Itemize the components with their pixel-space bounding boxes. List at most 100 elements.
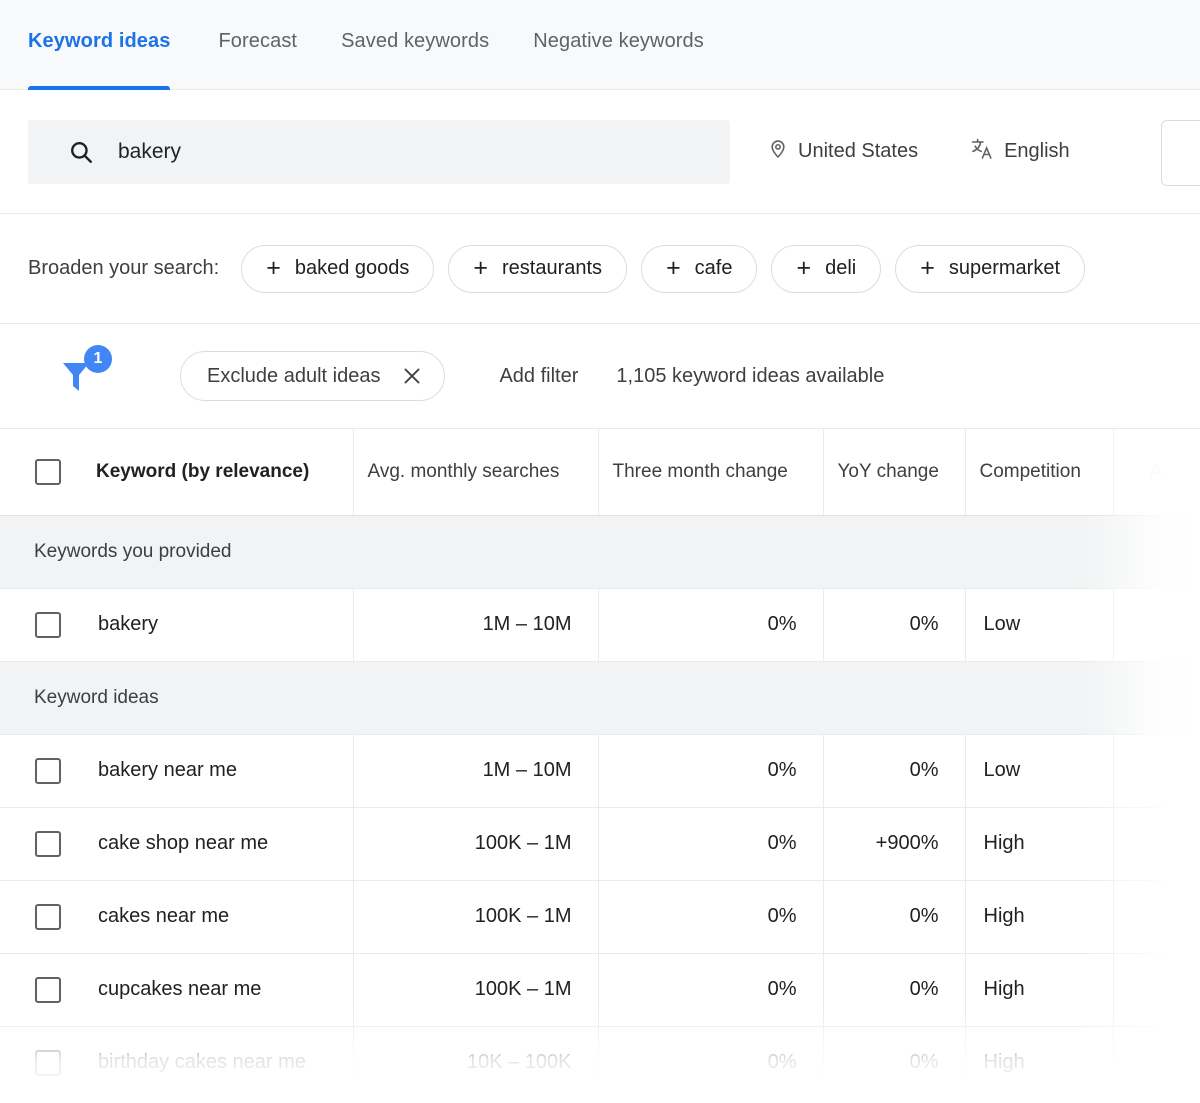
chip-label: supermarket (949, 257, 1060, 280)
search-input-value: bakery (118, 140, 181, 164)
row-checkbox[interactable] (35, 977, 61, 1003)
keyword-ideas-available-text: 1,105 keyword ideas available (616, 365, 884, 388)
column-header-avg-monthly-searches[interactable]: Avg. monthly searches (353, 429, 598, 515)
broaden-chip-baked-goods[interactable]: + baked goods (241, 245, 434, 293)
location-selector[interactable]: United States (768, 137, 918, 167)
column-header-yoy-change[interactable]: YoY change (823, 429, 965, 515)
translate-icon (970, 137, 1004, 167)
cell-truncated (1113, 953, 1200, 1026)
plus-icon: + (666, 256, 681, 281)
cell-three-month-change: 0% (598, 953, 823, 1026)
keyword-ideas-table-wrap: Keyword (by relevance) Avg. monthly sear… (0, 429, 1200, 1100)
keyword-planner-page: Keyword ideas Forecast Saved keywords Ne… (0, 0, 1200, 1103)
edge-action-button[interactable] (1161, 120, 1200, 186)
table-row[interactable]: cake shop near me 100K – 1M 0% +900% Hig… (0, 807, 1200, 880)
cell-yoy-change: 0% (823, 734, 965, 807)
cell-keyword: cakes near me (0, 880, 353, 953)
keyword-text: cake shop near me (98, 832, 268, 855)
cell-yoy-change: 0% (823, 880, 965, 953)
row-checkbox[interactable] (35, 612, 61, 638)
filter-chip-exclude-adult-ideas[interactable]: Exclude adult ideas (180, 351, 445, 401)
close-icon[interactable] (402, 366, 422, 386)
row-checkbox-cell (0, 612, 96, 638)
cell-competition: Low (965, 734, 1113, 807)
table-body: Keywords you provided bakery 1M – 10M 0%… (0, 515, 1200, 1099)
row-checkbox[interactable] (35, 904, 61, 930)
filter-bar: 1 Exclude adult ideas Add filter 1,105 k… (0, 324, 1200, 429)
table-row[interactable]: cupcakes near me 100K – 1M 0% 0% High (0, 953, 1200, 1026)
group-header-row: Keyword ideas (0, 661, 1200, 734)
row-checkbox[interactable] (35, 758, 61, 784)
cell-keyword: bakery near me (0, 734, 353, 807)
broaden-chip-deli[interactable]: + deli (771, 245, 881, 293)
cell-avg-monthly-searches: 1M – 10M (353, 588, 598, 661)
table-row[interactable]: bakery 1M – 10M 0% 0% Low (0, 588, 1200, 661)
cell-competition: High (965, 953, 1113, 1026)
tab-forecast[interactable]: Forecast (196, 0, 319, 90)
column-header-truncated[interactable] (1113, 429, 1200, 515)
filter-funnel-icon (58, 384, 98, 401)
keyword-text: bakery near me (98, 759, 237, 782)
row-checkbox-cell (0, 758, 96, 784)
cell-three-month-change: 0% (598, 734, 823, 807)
cell-avg-monthly-searches: 100K – 1M (353, 953, 598, 1026)
tab-keyword-ideas[interactable]: Keyword ideas (28, 0, 196, 90)
cell-yoy-change: +900% (823, 807, 965, 880)
table-row[interactable]: cakes near me 100K – 1M 0% 0% High (0, 880, 1200, 953)
group-header-label: Keywords you provided (0, 515, 1200, 588)
cell-truncated (1113, 1026, 1200, 1099)
broaden-chip-restaurants[interactable]: + restaurants (448, 245, 627, 293)
keyword-ideas-table: Keyword (by relevance) Avg. monthly sear… (0, 429, 1200, 1100)
broaden-label: Broaden your search: (28, 257, 219, 280)
add-filter-button[interactable]: Add filter (499, 365, 578, 388)
column-header-label: Three month change (613, 461, 788, 482)
search-row: bakery United States (0, 90, 1200, 214)
cell-three-month-change: 0% (598, 1026, 823, 1099)
plus-icon: + (796, 256, 811, 281)
cell-yoy-change: 0% (823, 588, 965, 661)
location-pin-icon (768, 137, 798, 167)
group-header-row: Keywords you provided (0, 515, 1200, 588)
cell-three-month-change: 0% (598, 588, 823, 661)
column-header-label: Avg. monthly searches (368, 461, 560, 482)
tab-saved-keywords[interactable]: Saved keywords (319, 0, 511, 90)
keyword-text: bakery (98, 613, 158, 636)
chip-label: restaurants (502, 257, 602, 280)
keyword-text: cakes near me (98, 905, 229, 928)
table-row[interactable]: bakery near me 1M – 10M 0% 0% Low (0, 734, 1200, 807)
row-checkbox-cell (0, 977, 96, 1003)
plus-icon: + (473, 256, 488, 281)
chip-label: cafe (695, 257, 733, 280)
column-header-competition[interactable]: Competition (965, 429, 1113, 515)
column-header-three-month-change[interactable]: Three month change (598, 429, 823, 515)
cell-truncated (1113, 880, 1200, 953)
filter-chip-label: Exclude adult ideas (207, 365, 380, 388)
cell-yoy-change: 0% (823, 1026, 965, 1099)
tab-label: Forecast (218, 30, 297, 52)
row-checkbox[interactable] (35, 831, 61, 857)
cell-keyword: birthday cakes near me (0, 1026, 353, 1099)
table-header: Keyword (by relevance) Avg. monthly sear… (0, 429, 1200, 515)
keyword-text: birthday cakes near me (98, 1051, 306, 1074)
broaden-chip-cafe[interactable]: + cafe (641, 245, 757, 293)
table-row[interactable]: birthday cakes near me 10K – 100K 0% 0% … (0, 1026, 1200, 1099)
chip-label: deli (825, 257, 856, 280)
search-input[interactable]: bakery (28, 120, 730, 184)
tab-negative-keywords[interactable]: Negative keywords (511, 0, 726, 90)
broaden-chip-supermarket[interactable]: + supermarket (895, 245, 1085, 293)
tab-label: Saved keywords (341, 30, 489, 52)
column-header-label: YoY change (838, 461, 939, 482)
select-all-checkbox-cell (0, 459, 96, 485)
plus-icon: + (920, 256, 935, 281)
select-all-checkbox[interactable] (35, 459, 61, 485)
location-label: United States (798, 140, 918, 163)
language-selector[interactable]: English (970, 137, 1070, 167)
cell-truncated (1113, 734, 1200, 807)
column-header-keyword[interactable]: Keyword (by relevance) (0, 429, 353, 515)
filter-funnel-button[interactable]: 1 (58, 353, 120, 399)
tab-bar: Keyword ideas Forecast Saved keywords Ne… (0, 0, 1200, 90)
cell-avg-monthly-searches: 100K – 1M (353, 880, 598, 953)
cell-avg-monthly-searches: 1M – 10M (353, 734, 598, 807)
row-checkbox[interactable] (35, 1050, 61, 1076)
table-header-row: Keyword (by relevance) Avg. monthly sear… (0, 429, 1200, 515)
